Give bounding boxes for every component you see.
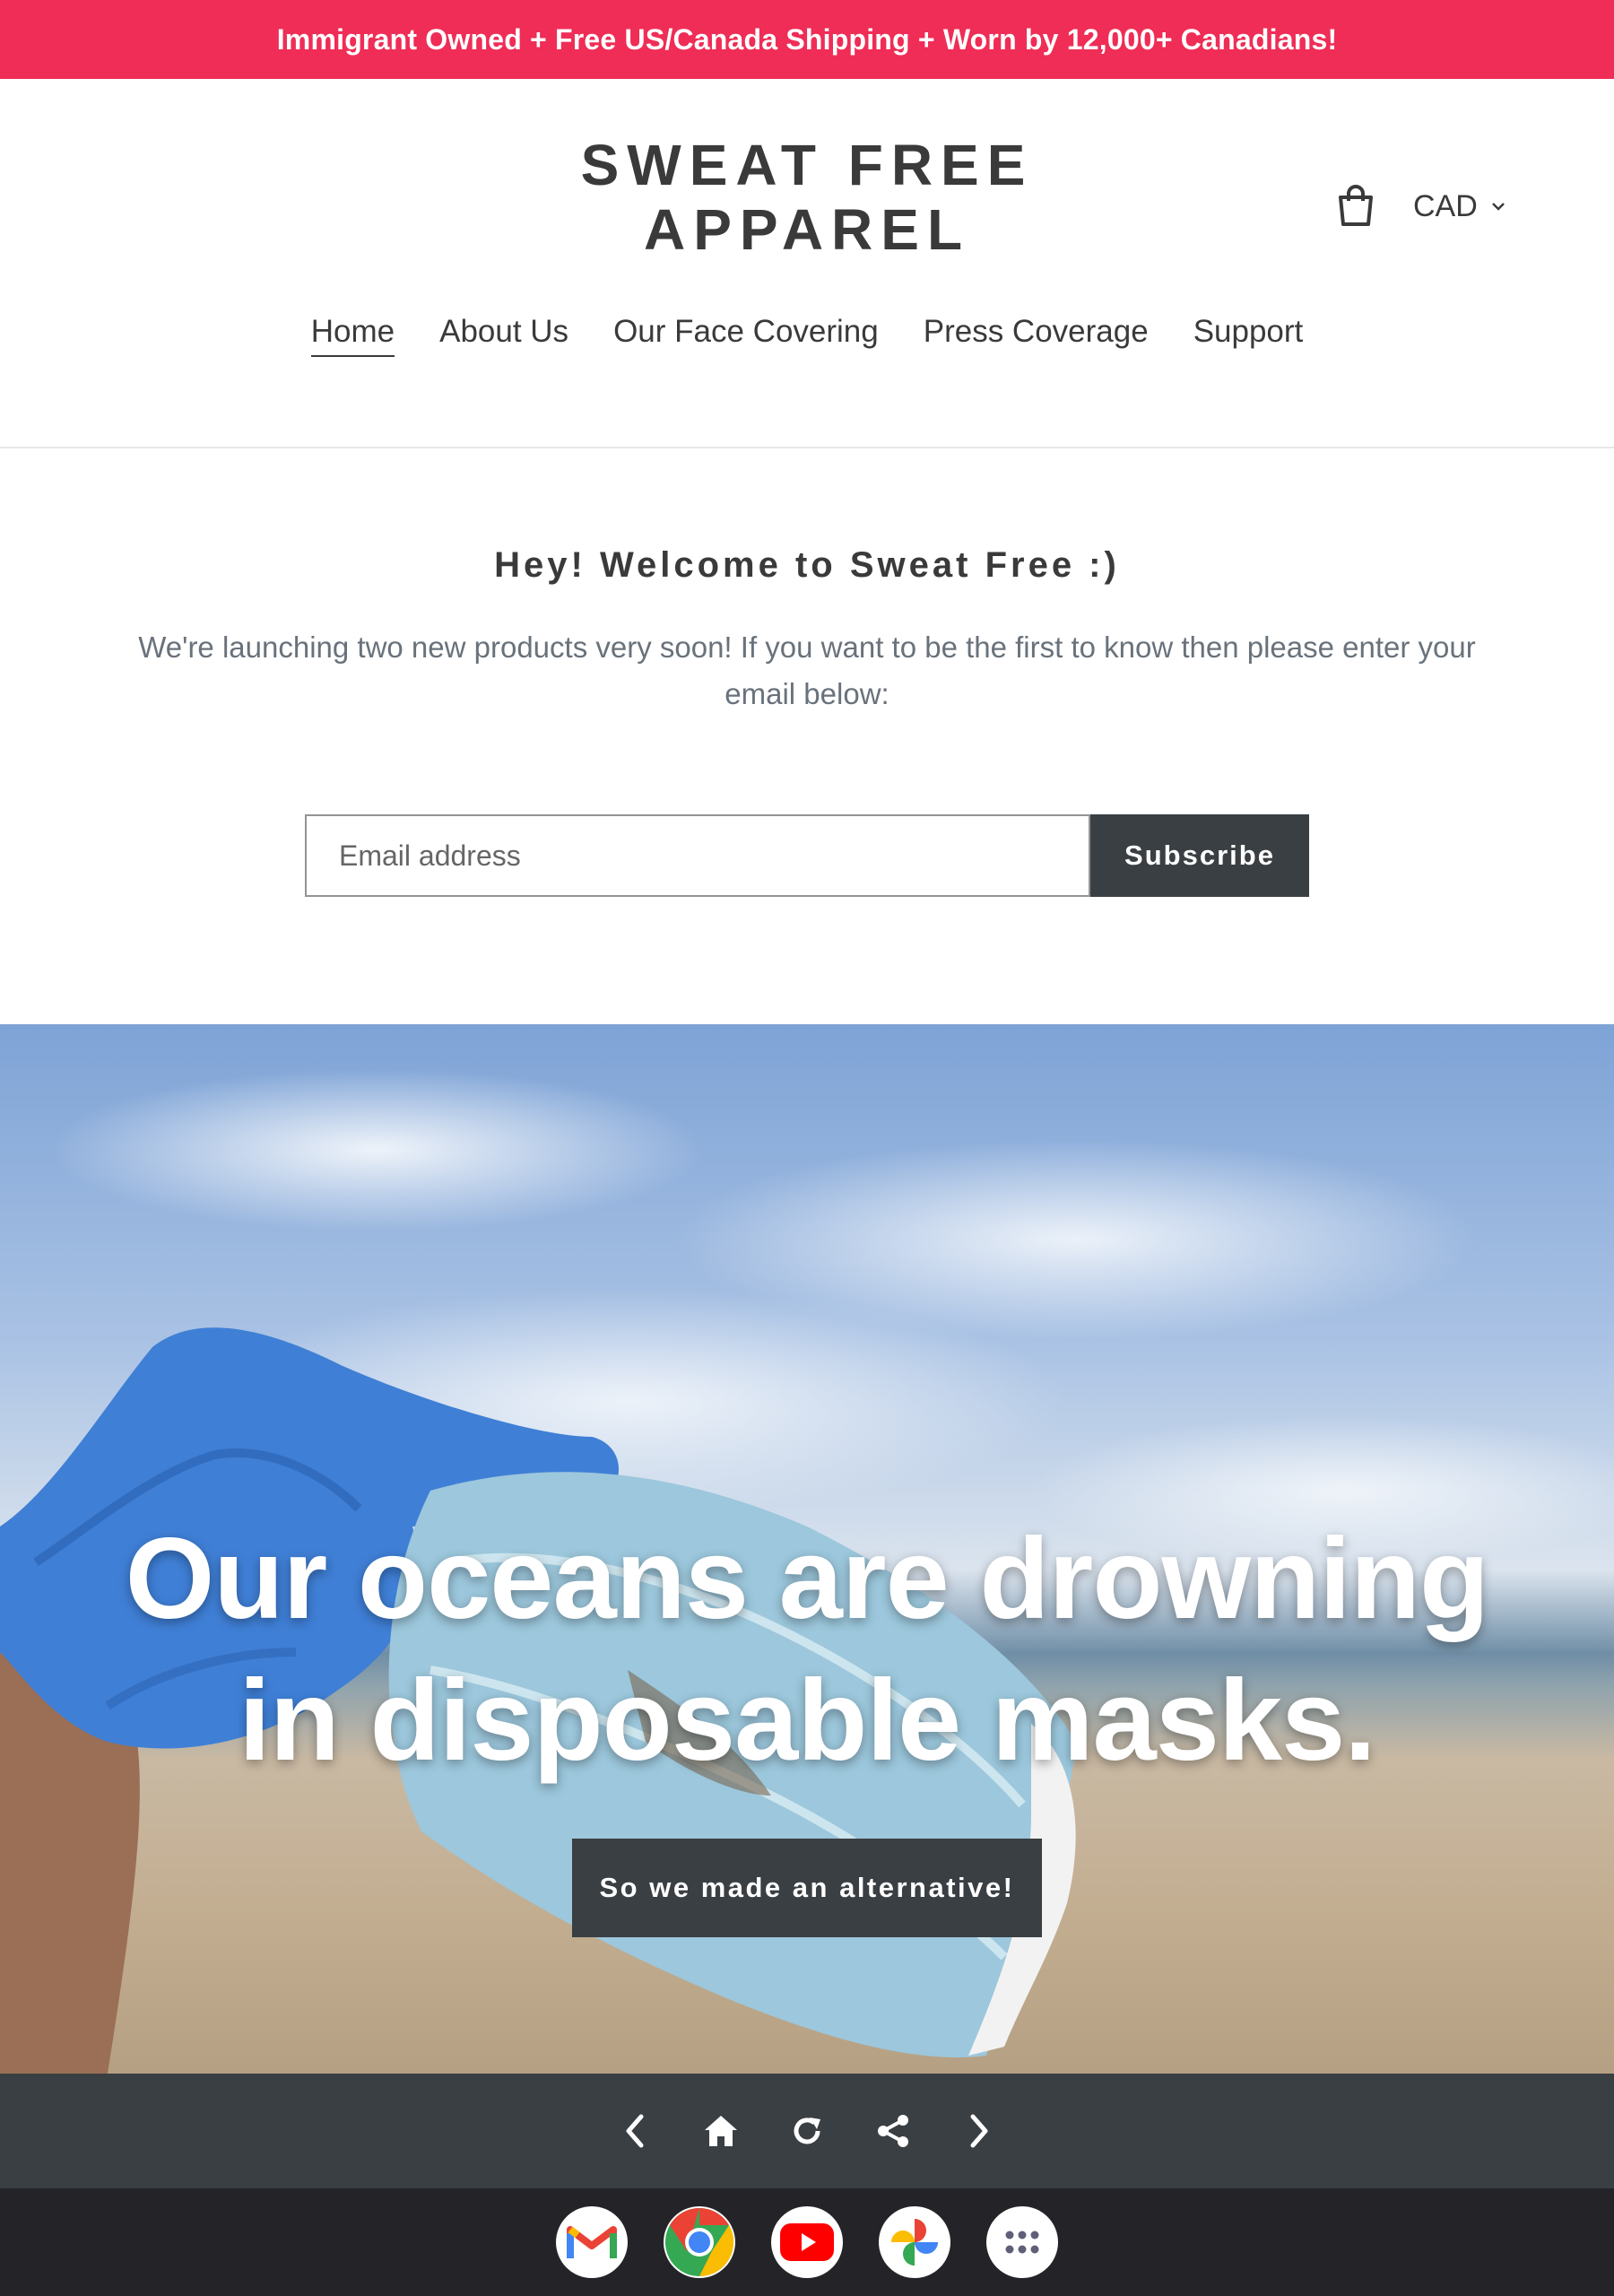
reload-icon — [794, 2118, 820, 2144]
subscribe-button[interactable]: Subscribe — [1090, 814, 1309, 897]
nav-support[interactable]: Support — [1193, 314, 1304, 357]
gmail-icon — [567, 2226, 617, 2258]
shopping-bag-icon — [1339, 185, 1373, 226]
hero-title-line-1: Our oceans are drowning — [125, 1515, 1489, 1643]
app-launcher[interactable] — [986, 2206, 1058, 2278]
hero-title-line-2: in disposable masks. — [239, 1657, 1376, 1785]
chevron-down-icon — [1491, 203, 1505, 211]
email-input[interactable] — [305, 814, 1090, 897]
welcome-heading: Hey! Welcome to Sweat Free :) — [494, 545, 1120, 585]
back-button[interactable] — [613, 2109, 656, 2152]
share-button[interactable] — [872, 2109, 915, 2152]
app-launcher-icon — [1005, 2231, 1039, 2254]
back-icon — [626, 2114, 644, 2148]
forward-button[interactable] — [958, 2109, 1001, 2152]
browser-toolbar — [0, 2074, 1614, 2188]
youtube-app[interactable] — [771, 2206, 843, 2278]
gmail-app[interactable] — [556, 2206, 628, 2278]
welcome-body: We're launching two new products very so… — [138, 631, 1476, 710]
announcement-bar: Immigrant Owned + Free US/Canada Shippin… — [0, 0, 1614, 79]
photos-app[interactable] — [879, 2206, 950, 2278]
nav-home[interactable]: Home — [310, 314, 395, 357]
home-button[interactable] — [699, 2109, 742, 2152]
nav-about-us[interactable]: About Us — [439, 314, 568, 357]
hero-title: Our oceans are drowning in disposable ma… — [54, 1509, 1560, 1792]
currency-value: CAD — [1413, 188, 1478, 223]
nav-our-face-covering[interactable]: Our Face Covering — [613, 314, 879, 357]
forward-icon — [970, 2114, 988, 2148]
hero-banner: Our oceans are drowning in disposable ma… — [0, 1024, 1614, 2074]
chrome-app[interactable] — [664, 2206, 735, 2278]
currency-selector[interactable]: CAD — [1413, 183, 1506, 230]
newsletter-section: Hey! Welcome to Sweat Free :) We're laun… — [0, 448, 1614, 1024]
share-icon — [878, 2115, 908, 2147]
site-header: SWEAT FREE APPAREL CAD Home About Us Our… — [0, 79, 1614, 448]
nav-press-coverage[interactable]: Press Coverage — [924, 314, 1149, 357]
photos-icon — [891, 2219, 938, 2266]
hero-cta-button[interactable]: So we made an alternative! — [572, 1839, 1042, 1937]
youtube-icon — [780, 2223, 834, 2261]
os-shelf — [0, 2188, 1614, 2296]
chrome-icon — [665, 2208, 734, 2276]
reload-button[interactable] — [785, 2109, 829, 2152]
main-nav: Home About Us Our Face Covering Press Co… — [0, 314, 1614, 357]
home-icon — [705, 2116, 737, 2146]
announcement-text: Immigrant Owned + Free US/Canada Shippin… — [276, 22, 1338, 56]
cart-button[interactable] — [1327, 178, 1384, 235]
